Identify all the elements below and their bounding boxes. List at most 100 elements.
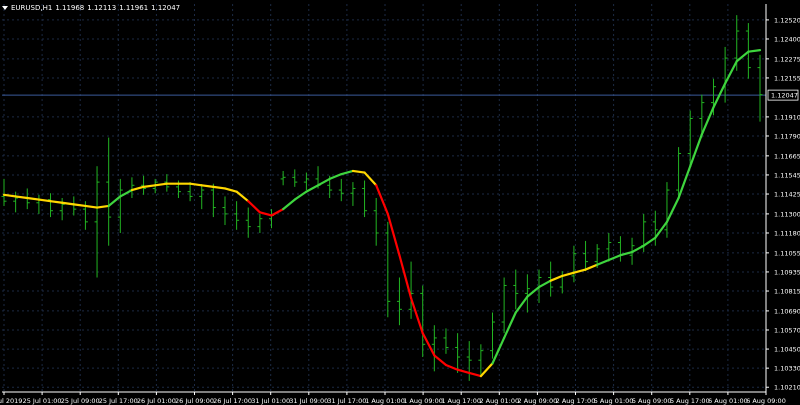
ohlc-bar: [129, 177, 135, 198]
ohlc-bar: [36, 194, 42, 214]
time-tick-label: 6 Aug 09:00: [746, 397, 786, 405]
price-tick-label: 1.11790: [774, 132, 800, 140]
moving-average-segment: [607, 254, 622, 262]
price-tick-label: 1.11300: [774, 210, 800, 218]
price-axis-labels: 1.12520 1.12400 1.12275 1.12155 1.11910 1.117…: [766, 16, 800, 392]
moving-average-segment: [282, 198, 296, 211]
current-price-label: 1.12047: [771, 92, 798, 100]
price-tick-label: 1.11545: [774, 171, 800, 179]
time-tick-label: 31 Jul 09:00: [289, 397, 328, 405]
moving-average-segment: [247, 200, 261, 214]
moving-average-segment: [316, 177, 331, 187]
moving-average-segment: [444, 363, 459, 371]
high-price: 1.12113: [87, 4, 117, 12]
price-tick-label: 1.11055: [774, 249, 800, 257]
price-tick-label: 1.11910: [774, 113, 800, 121]
moving-average-segment: [258, 211, 273, 217]
moving-average-segment: [340, 169, 355, 176]
time-tick-label: 2 Aug 17:00: [556, 397, 596, 405]
price-tick-label: 1.10570: [774, 326, 800, 334]
price-tick-label: 1.11665: [774, 152, 800, 160]
ohlc-bar: [373, 198, 379, 246]
moving-average-segment: [130, 185, 145, 192]
time-tick-label: 1 Aug 17:00: [441, 397, 481, 405]
ohlc-bar: [455, 333, 461, 373]
time-tick-label: 31 Jul 01:00: [251, 397, 290, 405]
ohlc-bar: [722, 46, 728, 103]
moving-average-segment: [689, 133, 703, 168]
moving-average-segment: [154, 182, 168, 187]
ohlc-bar: [466, 341, 472, 381]
ohlc-bar: [71, 196, 77, 216]
time-tick-label: 31 Jul 17:00: [327, 397, 366, 405]
ohlc-bar: [443, 328, 449, 354]
moving-average-segment: [26, 196, 40, 201]
moving-average-segment: [49, 200, 64, 204]
price-tick-label: 1.12400: [774, 35, 800, 43]
moving-average-segment: [700, 106, 715, 136]
ohlc-bar: [687, 110, 693, 167]
price-tick-label: 1.11425: [774, 191, 800, 199]
moving-average-line: [2, 49, 762, 378]
moving-average-segment: [200, 184, 215, 188]
ohlc-bar: [199, 185, 205, 210]
ohlc-bar: [420, 285, 426, 358]
time-tick-label: 26 Jul 17:00: [213, 397, 252, 405]
time-axis-labels: 24 Jul 201925 Jul 01:0025 Jul 09:0025 Ju…: [0, 392, 786, 405]
time-tick-label: 2 Aug 09:00: [518, 397, 558, 405]
ohlc-bar: [59, 198, 65, 221]
moving-average-segment: [363, 171, 378, 187]
time-tick-label: 25 Jul 01:00: [23, 397, 62, 405]
ohlc-bar: [269, 209, 275, 229]
time-tick-label: 2 Aug 01:00: [479, 397, 519, 405]
time-tick-label: 5 Aug 09:00: [632, 397, 672, 405]
moving-average-segment: [386, 212, 401, 257]
moving-average-segment: [677, 165, 692, 200]
price-tick-label: 1.12155: [774, 74, 800, 82]
dropdown-triangle-icon[interactable]: [2, 6, 8, 10]
axes: [2, 4, 767, 393]
ohlc-bar: [280, 170, 286, 186]
moving-average-segment: [491, 336, 506, 365]
price-tick-label: 1.10935: [774, 268, 800, 276]
price-tick-label: 1.10690: [774, 307, 800, 315]
moving-average-segment: [119, 188, 134, 198]
ohlc-bar: [431, 325, 437, 372]
moving-average-segment: [456, 368, 471, 375]
moving-average-segment: [270, 208, 285, 217]
ohlc-bar: [13, 191, 19, 213]
ohlc-bar: [234, 201, 240, 230]
moving-average-segment: [142, 184, 157, 188]
moving-average-segment: [235, 190, 250, 203]
close-price: 1.12047: [151, 4, 181, 12]
time-tick-label: 25 Jul 17:00: [99, 397, 138, 405]
ohlc-bar: [350, 182, 356, 206]
ohlc-bar: [257, 213, 263, 233]
price-tick-label: 1.10210: [774, 384, 800, 392]
price-tick-label: 1.10815: [774, 288, 800, 296]
ohlc-bar: [338, 178, 344, 202]
price-tick-label: 1.11180: [774, 229, 800, 237]
price-chart[interactable]: 1.12520 1.12400 1.12275 1.12155 1.11910 1.117…: [0, 0, 800, 405]
chart-window[interactable]: 1.12520 1.12400 1.12275 1.12155 1.11910 1.117…: [0, 0, 800, 405]
price-tick-label: 1.12520: [774, 16, 800, 24]
ohlc-bar: [396, 277, 402, 326]
time-tick-label: 24 Jul 2019: [0, 397, 22, 405]
ohlc-bar: [524, 274, 530, 313]
moving-average-segment: [293, 190, 308, 201]
moving-average-segment: [398, 254, 413, 300]
moving-average-segment: [549, 274, 564, 282]
ohlc-bar: [664, 182, 670, 238]
ohlc-bar: [489, 312, 495, 359]
moving-average-segment: [630, 244, 645, 254]
moving-average-segment: [223, 187, 238, 193]
time-tick-label: 26 Jul 09:00: [175, 397, 214, 405]
time-tick-label: 6 Aug 01:00: [708, 397, 748, 405]
moving-average-segment: [409, 297, 424, 335]
ohlc-bar: [571, 245, 577, 283]
moving-average-segment: [212, 185, 227, 190]
open-price: 1.11968: [55, 4, 85, 12]
ohlc-bar: [1, 178, 7, 206]
ohlc-bar: [210, 183, 216, 218]
chart-title: EURUSD,H1 1.11968 1.12113 1.11961 1.1204…: [2, 2, 180, 14]
